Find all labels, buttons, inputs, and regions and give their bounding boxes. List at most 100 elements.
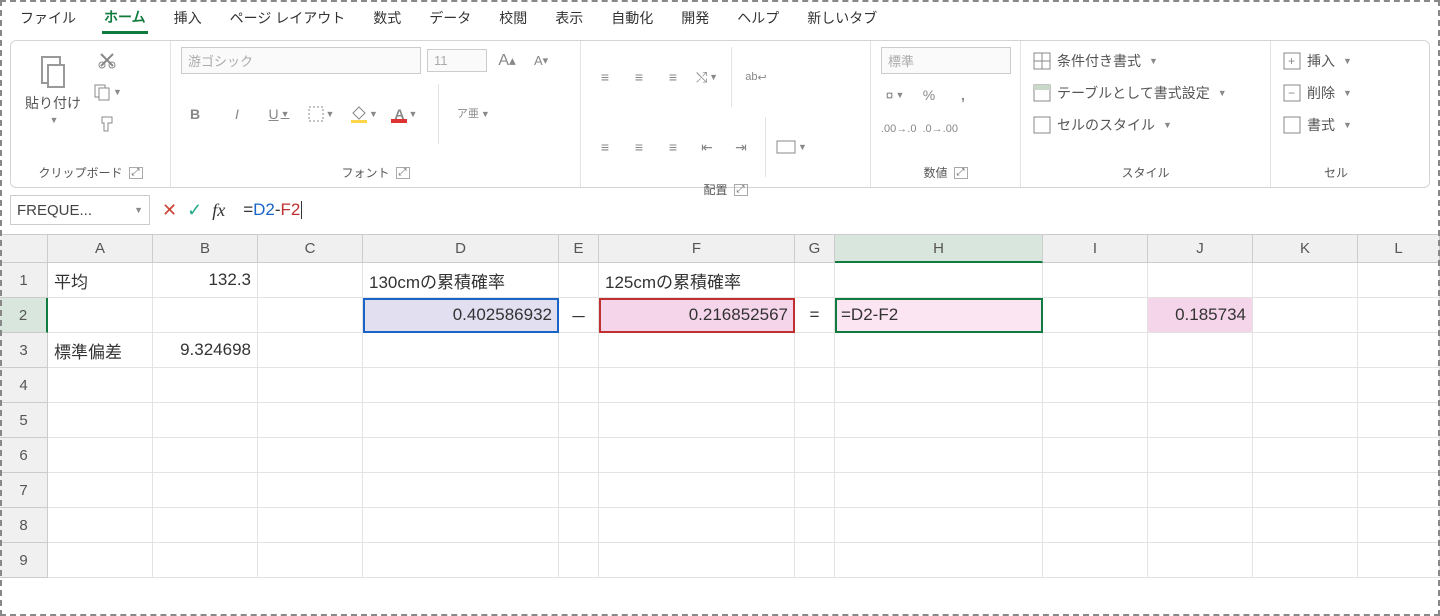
menu-file[interactable]: ファイル: [18, 4, 78, 32]
row-header-2[interactable]: 2: [0, 298, 48, 333]
cell[interactable]: [258, 403, 363, 438]
cell-F1[interactable]: 125cmの累積確率: [599, 263, 795, 298]
col-header-K[interactable]: K: [1253, 235, 1358, 263]
cell[interactable]: [1043, 543, 1148, 578]
cell-K1[interactable]: [1253, 263, 1358, 298]
cell[interactable]: [258, 473, 363, 508]
phonetic-button[interactable]: ア亜▼: [457, 101, 490, 127]
cell[interactable]: [795, 473, 835, 508]
cell-G2[interactable]: =: [795, 298, 835, 333]
cell[interactable]: [1253, 543, 1358, 578]
cell[interactable]: [363, 368, 559, 403]
cell[interactable]: [1043, 403, 1148, 438]
cell-G1[interactable]: [795, 263, 835, 298]
cell-H3[interactable]: [835, 333, 1043, 368]
cell-A2[interactable]: [48, 298, 153, 333]
decrease-decimal-button[interactable]: .0→.00: [922, 116, 957, 142]
menu-newtab[interactable]: 新しいタブ: [805, 4, 879, 32]
cell-D2[interactable]: 0.402586932: [363, 298, 559, 333]
cell[interactable]: [48, 368, 153, 403]
cell-A1[interactable]: 平均: [48, 263, 153, 298]
row-header-8[interactable]: 8: [0, 508, 48, 543]
bold-button[interactable]: B: [181, 101, 209, 127]
copy-button[interactable]: ▼: [93, 79, 122, 105]
cell[interactable]: [795, 543, 835, 578]
menu-insert[interactable]: 挿入: [172, 4, 204, 32]
cell[interactable]: [599, 438, 795, 473]
menu-pagelayout[interactable]: ページ レイアウト: [228, 4, 348, 32]
col-header-H[interactable]: H: [835, 235, 1043, 263]
format-cells-button[interactable]: 書式▼: [1281, 111, 1354, 139]
cell[interactable]: [1358, 368, 1440, 403]
decrease-indent-button[interactable]: ⇤: [693, 134, 721, 160]
formula-input[interactable]: =D2-F2: [237, 195, 1430, 225]
dialog-launcher-icon[interactable]: ⤢: [129, 167, 143, 179]
italic-button[interactable]: I: [223, 101, 251, 127]
cell[interactable]: [1148, 508, 1253, 543]
cell[interactable]: [835, 403, 1043, 438]
currency-button[interactable]: ¤▼: [881, 82, 909, 108]
merge-button[interactable]: ▼: [776, 134, 807, 160]
font-size-select[interactable]: 11: [427, 49, 487, 72]
cancel-formula-button[interactable]: ✕: [162, 200, 177, 221]
col-header-A[interactable]: A: [48, 235, 153, 263]
cell[interactable]: [599, 403, 795, 438]
align-right-button[interactable]: ≡: [659, 134, 687, 160]
cell-K3[interactable]: [1253, 333, 1358, 368]
cell-E1[interactable]: [559, 263, 599, 298]
menu-help[interactable]: ヘルプ: [735, 4, 781, 32]
menu-formulas[interactable]: 数式: [371, 4, 403, 32]
cell[interactable]: [363, 473, 559, 508]
increase-font-button[interactable]: A▴: [493, 48, 521, 74]
cell[interactable]: [1148, 473, 1253, 508]
cell[interactable]: [363, 508, 559, 543]
cell-E3[interactable]: [559, 333, 599, 368]
cell-styles-button[interactable]: セルのスタイル▼: [1031, 111, 1174, 139]
menu-review[interactable]: 校閲: [497, 4, 529, 32]
cell[interactable]: [795, 508, 835, 543]
cell[interactable]: [559, 543, 599, 578]
dialog-launcher-icon[interactable]: ⤢: [954, 167, 968, 179]
cell-I2[interactable]: [1043, 298, 1148, 333]
cell[interactable]: [559, 368, 599, 403]
cell[interactable]: [1043, 508, 1148, 543]
orientation-button[interactable]: ⤭▼: [693, 64, 721, 90]
cell[interactable]: [599, 543, 795, 578]
cell[interactable]: [1148, 368, 1253, 403]
col-header-I[interactable]: I: [1043, 235, 1148, 263]
cell[interactable]: [363, 438, 559, 473]
col-header-C[interactable]: C: [258, 235, 363, 263]
cell[interactable]: [1253, 403, 1358, 438]
col-header-B[interactable]: B: [153, 235, 258, 263]
cell[interactable]: [1043, 438, 1148, 473]
col-header-D[interactable]: D: [363, 235, 559, 263]
cell-E2[interactable]: －: [559, 298, 599, 333]
cell-B3[interactable]: 9.324698: [153, 333, 258, 368]
cell[interactable]: [1253, 508, 1358, 543]
align-middle-button[interactable]: ≡: [625, 64, 653, 90]
cell[interactable]: [599, 473, 795, 508]
cell[interactable]: [835, 543, 1043, 578]
align-bottom-button[interactable]: ≡: [659, 64, 687, 90]
cell[interactable]: [153, 543, 258, 578]
fx-button[interactable]: fx: [212, 200, 225, 221]
increase-decimal-button[interactable]: .00→.0: [881, 116, 916, 142]
row-header-4[interactable]: 4: [0, 368, 48, 403]
cell-B2[interactable]: [153, 298, 258, 333]
menu-home[interactable]: ホーム: [102, 3, 148, 34]
insert-cells-button[interactable]: +挿入▼: [1281, 47, 1354, 75]
cell[interactable]: [153, 403, 258, 438]
delete-cells-button[interactable]: −削除▼: [1281, 79, 1354, 107]
name-box[interactable]: FREQUE...▼: [10, 195, 150, 225]
cut-button[interactable]: [93, 47, 121, 73]
cell[interactable]: [1043, 368, 1148, 403]
cell[interactable]: [559, 403, 599, 438]
cell[interactable]: [1358, 473, 1440, 508]
align-left-button[interactable]: ≡: [591, 134, 619, 160]
font-color-button[interactable]: A▼: [392, 101, 420, 127]
cell-G3[interactable]: [795, 333, 835, 368]
cell[interactable]: [153, 473, 258, 508]
cell[interactable]: [795, 368, 835, 403]
cell-L2[interactable]: [1358, 298, 1440, 333]
cell[interactable]: [48, 508, 153, 543]
